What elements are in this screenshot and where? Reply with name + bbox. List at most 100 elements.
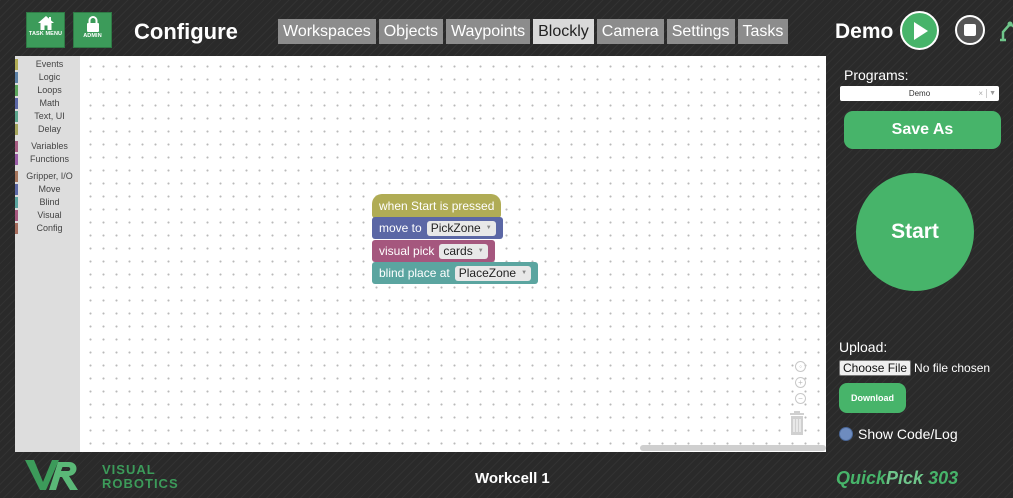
zoom-in-icon[interactable]: + xyxy=(795,377,806,388)
toolbox-category-functions[interactable]: Functions xyxy=(15,153,80,166)
file-status-text: No file chosen xyxy=(914,361,991,375)
task-menu-caption: TASK MENU xyxy=(28,31,63,37)
category-color-bar xyxy=(15,223,18,234)
upload-label: Upload: xyxy=(839,339,888,355)
tab-workspaces[interactable]: Workspaces xyxy=(278,19,376,44)
dropdown-caret-icon: ▼ xyxy=(485,224,492,231)
category-label: Text, UI xyxy=(34,111,65,121)
visual-robotics-logo: VISUAL ROBOTICS xyxy=(25,456,178,494)
zoom-out-icon[interactable]: − xyxy=(795,393,806,404)
block-blind-place-at[interactable]: blind place at PlaceZone ▼ xyxy=(372,262,539,284)
blockly-workspace[interactable]: when Start is pressed move to PickZone ▼… xyxy=(80,56,826,452)
show-code-radio[interactable] xyxy=(839,427,853,441)
choose-file-button[interactable]: Choose File xyxy=(839,360,912,376)
product-pick: Pick xyxy=(886,468,924,488)
toolbox-category-delay[interactable]: Delay xyxy=(15,123,80,136)
toolbox-category-move[interactable]: Move xyxy=(15,183,80,196)
block-label: when Start is pressed xyxy=(379,199,495,213)
category-label: Config xyxy=(36,223,63,233)
save-as-button[interactable]: Save As xyxy=(844,111,1001,149)
toolbox-category-events[interactable]: Events xyxy=(15,58,80,71)
clear-icon[interactable]: × xyxy=(978,86,983,101)
tab-waypoints[interactable]: Waypoints xyxy=(445,19,531,44)
tab-tasks[interactable]: Tasks xyxy=(737,19,789,44)
category-color-bar xyxy=(15,210,18,221)
block-when-start-pressed[interactable]: when Start is pressed xyxy=(372,194,502,218)
block-label: visual pick xyxy=(379,244,435,258)
stop-icon xyxy=(964,24,976,36)
program-title: Demo xyxy=(835,20,894,43)
horizontal-scrollbar[interactable] xyxy=(640,445,826,451)
dropdown-caret-icon: ▼ xyxy=(521,269,528,276)
download-button[interactable]: Download xyxy=(839,383,906,413)
workcell-label: Workcell 1 xyxy=(475,470,550,487)
blockly-toolbox: Events Logic Loops Math Text, UI Delay V… xyxy=(15,56,80,452)
dropdown-value: PlaceZone xyxy=(458,265,517,280)
category-color-bar xyxy=(15,124,18,135)
tab-camera[interactable]: Camera xyxy=(596,19,664,44)
run-button[interactable] xyxy=(900,11,939,50)
robot-arm-icon[interactable] xyxy=(998,18,1013,42)
tab-objects[interactable]: Objects xyxy=(378,19,443,44)
home-icon xyxy=(37,16,54,30)
category-label: Delay xyxy=(37,124,61,134)
toolbox-category-config[interactable]: Config xyxy=(15,222,80,235)
zoom-controls: ◦ + − xyxy=(795,361,806,409)
toolbox-category-gripper-io[interactable]: Gripper, I/O xyxy=(15,170,80,183)
category-color-bar xyxy=(15,59,18,70)
admin-caption: ADMIN xyxy=(83,33,102,39)
tab-blockly[interactable]: Blockly xyxy=(533,19,594,44)
tab-settings[interactable]: Settings xyxy=(666,19,735,44)
product-quick: Quick xyxy=(836,468,887,488)
category-label: Logic xyxy=(38,72,61,82)
move-target-dropdown[interactable]: PickZone ▼ xyxy=(426,220,496,236)
programs-label: Programs: xyxy=(844,67,909,83)
toolbox-category-logic[interactable]: Logic xyxy=(15,71,80,84)
category-label: Loops xyxy=(37,85,62,95)
start-button[interactable]: Start xyxy=(856,173,974,291)
dropdown-value: cards xyxy=(443,243,473,258)
category-color-bar xyxy=(15,197,18,208)
block-move-to[interactable]: move to PickZone ▼ xyxy=(372,217,503,239)
lock-icon xyxy=(86,16,99,32)
toolbox-category-visual[interactable]: Visual xyxy=(15,209,80,222)
selected-program: Demo xyxy=(908,89,931,98)
toolbox-category-loops[interactable]: Loops xyxy=(15,84,80,97)
chevron-down-icon: ▼ xyxy=(989,90,996,97)
category-color-bar xyxy=(15,141,18,152)
admin-button[interactable]: ADMIN xyxy=(73,12,112,48)
stop-button[interactable] xyxy=(955,15,985,45)
trash-icon[interactable] xyxy=(789,411,805,440)
category-label: Gripper, I/O xyxy=(26,171,73,181)
toolbox-category-variables[interactable]: Variables xyxy=(15,140,80,153)
pick-object-dropdown[interactable]: cards ▼ xyxy=(439,243,488,259)
top-bar: TASK MENU ADMIN Configure Workspaces Obj… xyxy=(0,0,1013,56)
zoom-reset-icon[interactable]: ◦ xyxy=(795,361,806,372)
toolbox-category-text-ui[interactable]: Text, UI xyxy=(15,110,80,123)
toolbox-category-blind[interactable]: Blind xyxy=(15,196,80,209)
category-label: Variables xyxy=(31,141,68,151)
category-label: Functions xyxy=(29,154,70,164)
category-color-bar xyxy=(15,154,18,165)
logo-line-1: VISUAL xyxy=(102,462,156,477)
file-upload-row: Choose File No file chosen xyxy=(839,360,990,376)
category-color-bar xyxy=(15,72,18,83)
block-visual-pick[interactable]: visual pick cards ▼ xyxy=(372,240,495,262)
dropdown-caret-icon: ▼ xyxy=(477,247,484,254)
category-label: Events xyxy=(35,59,64,69)
logo-line-2: ROBOTICS xyxy=(102,476,179,491)
block-label: move to xyxy=(379,221,422,235)
program-select[interactable]: Demo × ▼ xyxy=(840,86,999,101)
show-code-toggle[interactable]: Show Code/Log xyxy=(839,426,958,442)
category-color-bar xyxy=(15,171,18,182)
toolbox-category-math[interactable]: Math xyxy=(15,97,80,110)
select-divider xyxy=(986,89,987,98)
show-code-label: Show Code/Log xyxy=(858,426,958,442)
category-color-bar xyxy=(15,98,18,109)
task-menu-button[interactable]: TASK MENU xyxy=(26,12,65,48)
place-target-dropdown[interactable]: PlaceZone ▼ xyxy=(454,265,532,281)
category-label: Math xyxy=(39,98,60,108)
dropdown-value: PickZone xyxy=(430,220,481,235)
play-icon xyxy=(913,21,928,40)
category-label: Move xyxy=(38,184,61,194)
